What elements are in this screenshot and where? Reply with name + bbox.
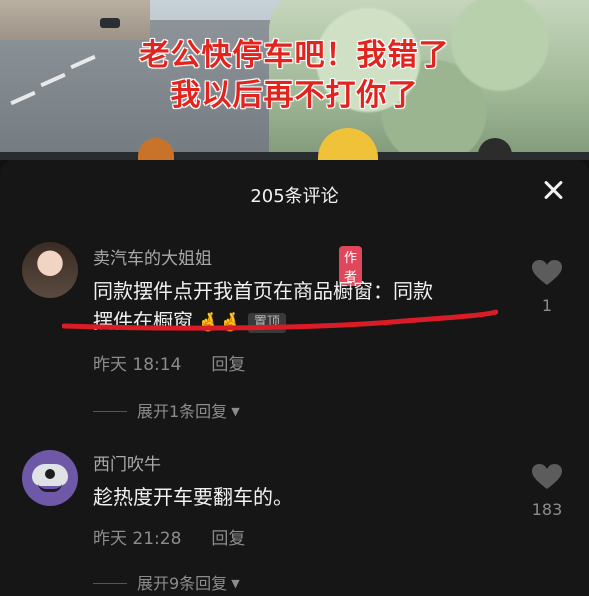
divider-line [93, 583, 127, 584]
heart-icon [532, 260, 562, 285]
reply-button[interactable]: 回复 [211, 355, 245, 375]
heart-icon [532, 464, 562, 489]
reply-button[interactable]: 回复 [211, 529, 245, 549]
comments-count-title: 205条评论 [250, 186, 339, 207]
distant-car [100, 18, 120, 28]
comment-username[interactable]: 卖汽车的大姐姐 作者 [93, 244, 363, 286]
comment-text[interactable]: 趁热度开车要翻车的。 [93, 482, 293, 512]
like-control[interactable]: 1 [525, 260, 569, 315]
comment-meta: 昨天 21:28 回复 [93, 524, 245, 549]
username-text: 卖汽车的大姐姐 [93, 249, 212, 269]
chevron-down-icon: ▼ [231, 577, 240, 590]
video-frame[interactable]: 老公快停车吧！我错了 我以后再不打你了 [0, 0, 589, 160]
monster-mouth [38, 483, 62, 492]
video-caption-line2: 我以后再不打你了 [170, 78, 419, 113]
comment-text-line1: 同款摆件点开我首页在商品橱窗：同款 [93, 279, 433, 303]
like-count: 1 [541, 296, 553, 315]
monster-eye [45, 469, 55, 479]
red-underline-annotation [62, 309, 498, 331]
like-count: 183 [531, 500, 563, 519]
expand-replies-label: 展开1条回复 [137, 402, 228, 421]
close-icon[interactable] [539, 176, 567, 204]
expand-replies-label: 展开9条回复 [137, 574, 228, 593]
avatar[interactable] [22, 450, 78, 506]
expand-replies-button[interactable]: 展开1条回复 ▼ [93, 398, 240, 422]
comment-time: 昨天 18:14 [93, 355, 182, 375]
video-caption-line1: 老公快停车吧！我错了 [139, 38, 450, 73]
comment-time: 昨天 21:28 [93, 529, 182, 549]
like-control[interactable]: 183 [525, 464, 569, 519]
comment-username[interactable]: 西门吹牛 [93, 450, 161, 475]
comment-meta: 昨天 18:14 回复 [93, 350, 245, 375]
divider-line [93, 411, 127, 412]
comments-panel: 205条评论 卖汽车的大姐姐 作者 同款摆件点开我首页在商品橱窗：同款 摆件在橱… [0, 160, 589, 596]
avatar[interactable] [22, 242, 78, 298]
expand-replies-button[interactable]: 展开9条回复 ▼ [93, 570, 240, 594]
chevron-down-icon: ▼ [231, 405, 240, 418]
